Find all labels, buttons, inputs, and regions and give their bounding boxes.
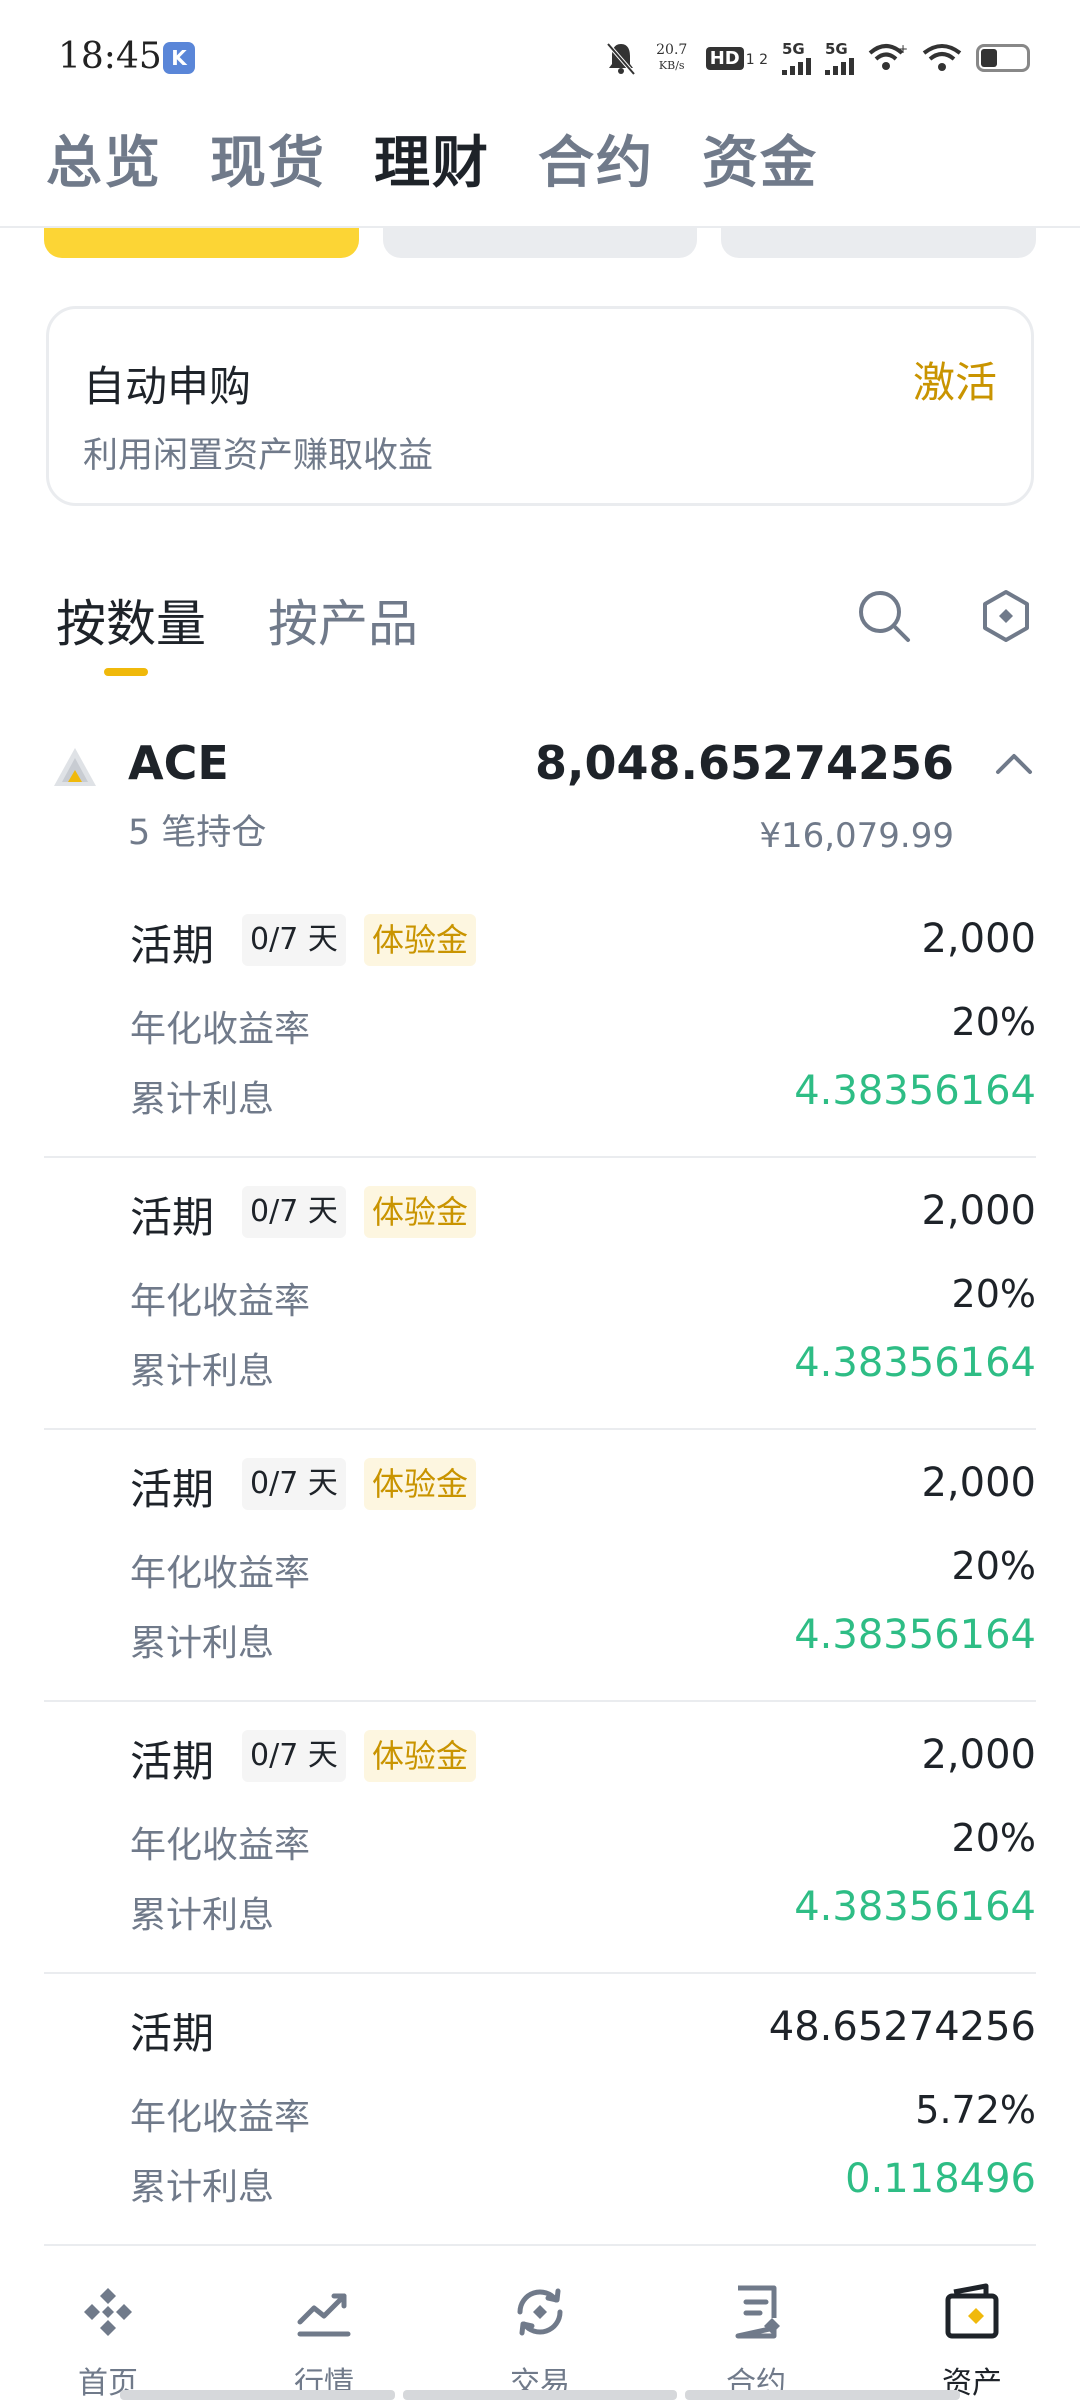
- card-carousel-edge: [44, 228, 1037, 258]
- app-icon: K: [163, 42, 195, 74]
- position-amount: 48.65274256: [768, 2004, 1036, 2050]
- position-item[interactable]: 活期 0/7 天 体验金 2,000 年化收益率 20% 累计利息 4.3835…: [44, 886, 1036, 1158]
- tab-overview[interactable]: 总览: [46, 118, 162, 199]
- tab-futures[interactable]: 合约: [538, 118, 654, 199]
- nav-futures[interactable]: 合约: [648, 2246, 864, 2400]
- position-type: 活期: [130, 1737, 215, 1786]
- apr-label: 年化收益率: [130, 1281, 311, 1322]
- nav-trade[interactable]: 交易: [432, 2246, 648, 2400]
- position-amount: 2,000: [921, 1732, 1036, 1778]
- card-edge[interactable]: [382, 228, 698, 258]
- activate-button[interactable]: 激活: [913, 349, 997, 410]
- interest-value: 4.38356164: [794, 1884, 1036, 1930]
- bottom-nav: 首页 行情 交易 合约 资产: [0, 2246, 1080, 2400]
- position-type: 活期: [130, 1465, 215, 1514]
- status-bar: 18:45 K 20.7 KB/s HD 1 2 5G 5G +: [0, 0, 1080, 110]
- sub-tabs: 按数量 按产品: [56, 584, 418, 656]
- interest-label: 累计利息: [130, 1079, 275, 1120]
- hd-icon: HD 1 2: [705, 46, 768, 70]
- apr-label: 年化收益率: [130, 1825, 311, 1866]
- tab-by-product[interactable]: 按产品: [268, 584, 418, 656]
- position-days: 0/7 天: [242, 914, 346, 966]
- battery-icon: [976, 44, 1030, 72]
- trade-exchange-icon: [517, 2288, 563, 2336]
- card-edge-active[interactable]: [44, 228, 359, 258]
- apr-value: 20%: [951, 1272, 1036, 1316]
- position-amount: 2,000: [921, 1188, 1036, 1234]
- home-diamond-icon: [84, 2288, 132, 2336]
- chevron-up-icon[interactable]: [990, 748, 1038, 778]
- asset-position-count: 5 笔持仓: [128, 813, 267, 853]
- net-speed: 20.7 KB/s: [656, 42, 688, 73]
- status-time: 18:45: [58, 36, 162, 77]
- tab-spot[interactable]: 现货: [210, 118, 326, 199]
- interest-label: 累计利息: [130, 1895, 275, 1936]
- tab-earn[interactable]: 理财: [374, 118, 490, 199]
- market-chart-icon: [297, 2293, 351, 2337]
- search-icon[interactable]: [856, 588, 912, 644]
- status-icons: 20.7 KB/s HD 1 2 5G 5G +: [604, 38, 1030, 78]
- trial-fund-badge: 体验金: [364, 1186, 477, 1238]
- apr-label: 年化收益率: [130, 1009, 311, 1050]
- apr-value: 20%: [951, 1000, 1036, 1044]
- futures-doc-icon: [735, 2285, 780, 2339]
- interest-label: 累计利息: [130, 2167, 275, 2208]
- interest-value: 0.118496: [845, 2156, 1036, 2202]
- auto-subscribe-subtitle: 利用闲置资产赚取收益: [83, 436, 434, 476]
- auto-subscribe-card: 自动申购 利用闲置资产赚取收益 激活: [46, 306, 1034, 506]
- top-tabs: 总览 现货 理财 合约 资金: [46, 118, 818, 199]
- interest-value: 4.38356164: [794, 1068, 1036, 1114]
- tab-by-amount[interactable]: 按数量: [56, 584, 206, 656]
- ace-coin-icon: [54, 748, 96, 786]
- apr-value: 5.72%: [915, 2088, 1036, 2132]
- trial-fund-badge: 体验金: [364, 1458, 477, 1510]
- settings-hexagon-icon[interactable]: [980, 588, 1032, 644]
- interest-label: 累计利息: [130, 1623, 275, 1664]
- asset-amount: 8,048.65274256: [534, 736, 954, 790]
- auto-subscribe-title: 自动申购: [83, 362, 252, 411]
- nav-markets[interactable]: 行情: [216, 2246, 432, 2400]
- nav-home[interactable]: 首页: [0, 2246, 216, 2400]
- signal-icon: 5G: [825, 41, 854, 75]
- wifi-icon: [922, 44, 962, 71]
- svg-text:+: +: [898, 43, 908, 56]
- tab-funding[interactable]: 资金: [702, 118, 818, 199]
- position-item[interactable]: 活期 0/7 天 体验金 2,000 年化收益率 20% 累计利息 4.3835…: [44, 1158, 1036, 1430]
- position-amount: 2,000: [921, 1460, 1036, 1506]
- card-edge[interactable]: [721, 228, 1037, 258]
- asset-name: ACE: [128, 736, 229, 790]
- trial-fund-badge: 体验金: [364, 914, 477, 966]
- apr-label: 年化收益率: [130, 2097, 311, 2138]
- interest-value: 4.38356164: [794, 1612, 1036, 1658]
- mute-bell-icon: [606, 42, 636, 76]
- position-days: 0/7 天: [242, 1458, 346, 1510]
- position-type: 活期: [130, 1193, 215, 1242]
- wifi-call-icon: +: [868, 43, 908, 70]
- trial-fund-badge: 体验金: [364, 1730, 477, 1782]
- position-amount: 2,000: [921, 916, 1036, 962]
- position-days: 0/7 天: [242, 1186, 346, 1238]
- apr-label: 年化收益率: [130, 1553, 311, 1594]
- interest-value: 4.38356164: [794, 1340, 1036, 1386]
- apr-value: 20%: [951, 1544, 1036, 1588]
- active-tab-indicator: [104, 668, 148, 676]
- asset-cny-value: ¥16,079.99: [759, 816, 954, 856]
- nav-assets[interactable]: 资产: [864, 2246, 1080, 2400]
- position-item[interactable]: 活期 0/7 天 体验金 2,000 年化收益率 20% 累计利息 4.3835…: [44, 1430, 1036, 1702]
- gesture-bar: [120, 2390, 961, 2400]
- apr-value: 20%: [951, 1816, 1036, 1860]
- interest-label: 累计利息: [130, 1351, 275, 1392]
- position-item[interactable]: 活期 0/7 天 体验金 2,000 年化收益率 20% 累计利息 4.3835…: [44, 1702, 1036, 1974]
- position-type: 活期: [130, 2009, 215, 2058]
- wallet-icon: [945, 2283, 999, 2339]
- position-days: 0/7 天: [242, 1730, 346, 1782]
- signal-icon: 5G: [782, 41, 811, 75]
- position-type: 活期: [130, 921, 215, 970]
- position-item[interactable]: 活期 48.65274256 年化收益率 5.72% 累计利息 0.118496: [44, 1974, 1036, 2246]
